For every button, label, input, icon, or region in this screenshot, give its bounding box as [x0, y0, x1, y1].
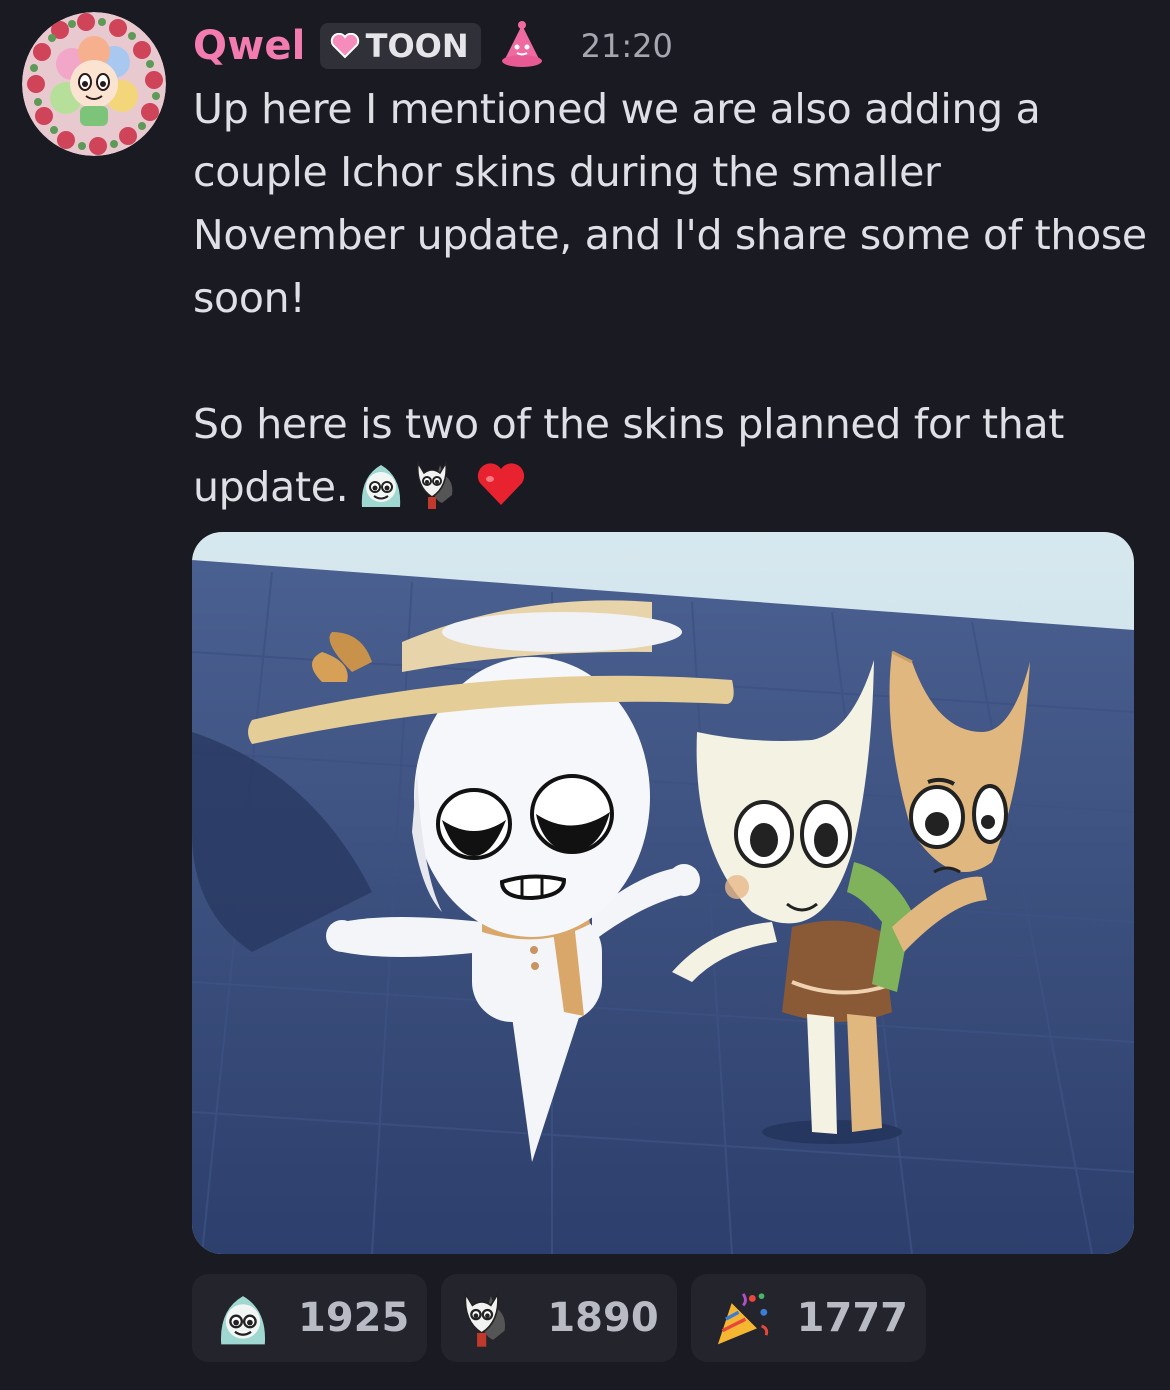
reaction-count: 1890	[547, 1295, 659, 1341]
server-tag[interactable]: TOON	[319, 23, 481, 69]
reaction-ghost-girl[interactable]: 1925	[192, 1274, 428, 1362]
chat-message: Qwel TOON 21:20 Up here I mentioned we a…	[0, 0, 1170, 1390]
reaction-masks[interactable]: 1890	[441, 1274, 677, 1362]
masks-emoji	[464, 1291, 506, 1347]
message-timestamp[interactable]: 21:20	[581, 27, 673, 65]
image-attachment[interactable]	[192, 532, 1134, 1254]
message-paragraph: Up here I mentioned we are also adding a…	[193, 85, 1147, 322]
message-content: Up here I mentioned we are also adding a…	[193, 78, 1153, 519]
author-name[interactable]: Qwel	[193, 23, 306, 69]
message-header: Qwel TOON 21:20	[193, 16, 673, 76]
reaction-count: 1777	[796, 1295, 908, 1341]
author-avatar[interactable]	[22, 12, 166, 156]
ghost-girl-emoji	[220, 1296, 266, 1345]
red-heart-emoji[interactable]	[474, 457, 528, 511]
masks-emoji[interactable]	[414, 457, 468, 511]
server-tag-label: TOON	[365, 27, 469, 65]
pink-bell-icon	[501, 21, 542, 67]
reactions-bar: 1925 1890 1777	[192, 1274, 926, 1362]
ghost-girl-emoji[interactable]	[354, 457, 408, 511]
message-paragraph: So here is two of the skins planned for …	[193, 393, 1153, 519]
reaction-party-popper[interactable]: 1777	[690, 1274, 926, 1362]
message-paragraph-text: So here is two of the skins planned for …	[193, 400, 1065, 511]
party-popper-emoji	[717, 1293, 768, 1345]
reaction-count: 1925	[298, 1295, 410, 1341]
pink-heart-icon	[330, 33, 359, 59]
role-icon[interactable]	[495, 19, 549, 73]
